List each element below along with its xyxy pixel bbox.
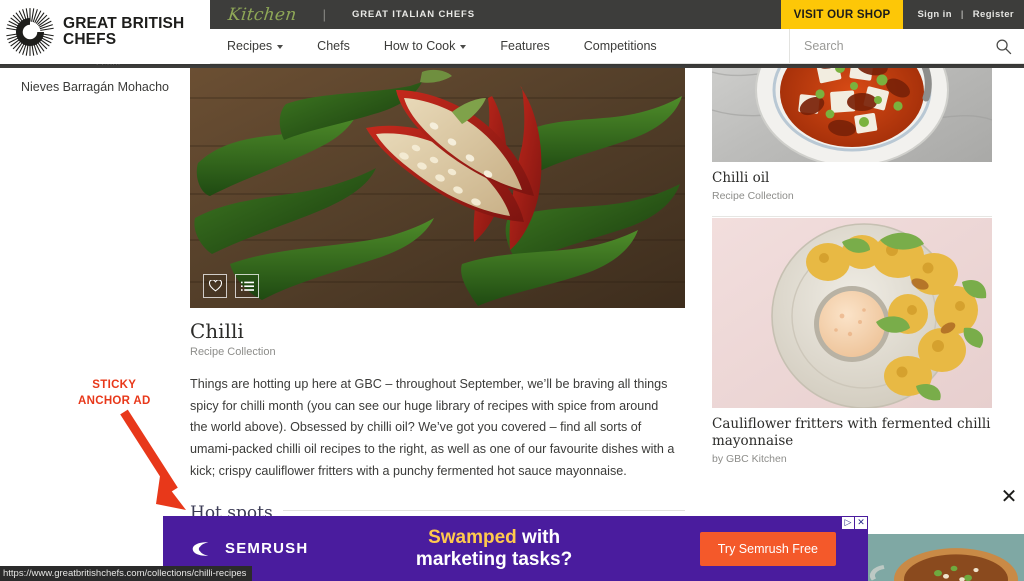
status-bar-url: https://www.greatbritishchefs.com/collec… bbox=[0, 566, 253, 581]
ad-headline-line1: Swamped with bbox=[288, 527, 699, 548]
search-input[interactable] bbox=[804, 39, 995, 53]
sidebar-card-cauliflower-fritters[interactable]: Cauliflower fritters with fermented chil… bbox=[712, 218, 992, 465]
add-to-list-button[interactable] bbox=[235, 274, 259, 298]
next-card-image-peek bbox=[868, 534, 1024, 581]
nav-items: Recipes Chefs How to Cook Features Compe… bbox=[210, 29, 674, 64]
sign-in-link[interactable]: Sign in bbox=[917, 9, 951, 20]
auth-links: Sign in | Register bbox=[903, 9, 1024, 20]
search-icon[interactable] bbox=[995, 38, 1012, 55]
nav-item-label: Competitions bbox=[583, 39, 657, 53]
ad-cta-button[interactable]: Try Semrush Free bbox=[699, 531, 836, 566]
site-logo[interactable]: GREAT BRITISH CHEFS bbox=[0, 0, 210, 64]
sticky-anchor-ad[interactable]: SEMRUSH Swamped with marketing tasks? Tr… bbox=[163, 516, 868, 581]
adchoices-controls: ▷ ✕ bbox=[842, 517, 867, 529]
hero-illustration bbox=[190, 68, 685, 308]
article-body: Things are hotting up here at GBC – thro… bbox=[190, 377, 675, 478]
utility-topbar: Kitchen | GREAT ITALIAN CHEFS VISIT OUR … bbox=[210, 0, 1024, 29]
nav-item-chefs[interactable]: Chefs bbox=[300, 29, 367, 64]
topbar-right-group: VISIT OUR SHOP Sign in | Register bbox=[780, 0, 1024, 29]
article-hero-image[interactable] bbox=[190, 68, 685, 308]
nav-item-recipes[interactable]: Recipes bbox=[210, 29, 300, 64]
sidebar-card-title[interactable]: Chilli oil bbox=[712, 170, 992, 187]
sidebar-card-title[interactable]: Cauliflower fritters with fermented chil… bbox=[712, 416, 992, 450]
topbar-divider: | bbox=[322, 7, 326, 22]
ad-close-small-icon[interactable]: ✕ bbox=[855, 517, 867, 529]
article-column: Chilli Recipe Collection Things are hott… bbox=[190, 68, 685, 539]
ad-headline-rest: with bbox=[516, 527, 561, 549]
nav-item-how-to-cook[interactable]: How to Cook bbox=[367, 29, 484, 64]
article-subtitle: Recipe Collection bbox=[190, 346, 276, 358]
gbc-kitchen-link[interactable]: Kitchen bbox=[227, 5, 302, 25]
browser-viewport: Lentil Nieves Barragán Mohacho bbox=[0, 0, 1024, 581]
sticky-anchor-ad-annotation: STICKY ANCHOR AD bbox=[78, 378, 186, 510]
adchoices-icon[interactable]: ▷ bbox=[842, 517, 854, 529]
sidebar-card-image bbox=[712, 218, 992, 408]
pan-dish-illustration bbox=[868, 534, 1024, 581]
favourite-button[interactable] bbox=[203, 274, 227, 298]
sidebar-card-subtitle: by GBC Kitchen bbox=[712, 452, 787, 465]
list-icon bbox=[240, 281, 254, 291]
annotation-label: STICKY ANCHOR AD bbox=[78, 379, 151, 407]
hero-action-buttons bbox=[203, 274, 259, 298]
nav-item-label: Chefs bbox=[317, 39, 350, 53]
sidebar-card-chilli-oil[interactable]: Chilli oil Recipe Collection bbox=[712, 64, 992, 217]
register-link[interactable]: Register bbox=[973, 9, 1014, 20]
nav-item-label: Features bbox=[500, 39, 550, 53]
ad-dismiss-button[interactable]: ✕ bbox=[997, 484, 1021, 508]
sister-site-links: Kitchen | GREAT ITALIAN CHEFS bbox=[227, 5, 475, 25]
ad-content: SEMRUSH Swamped with marketing tasks? Tr… bbox=[163, 516, 868, 581]
sidebar-divider bbox=[712, 215, 992, 217]
nav-item-label: How to Cook bbox=[383, 39, 456, 53]
heart-icon bbox=[208, 280, 222, 292]
nav-item-features[interactable]: Features bbox=[483, 29, 566, 64]
chevron-down-icon bbox=[460, 45, 467, 49]
chevron-down-icon bbox=[277, 45, 284, 49]
site-logo-text: GREAT BRITISH CHEFS bbox=[63, 14, 185, 48]
left-rail: Nieves Barragán Mohacho bbox=[0, 80, 190, 94]
visit-our-shop-button[interactable]: VISIT OUR SHOP bbox=[780, 0, 904, 29]
chilli-oil-illustration bbox=[712, 64, 992, 162]
down-right-arrow-icon bbox=[120, 409, 186, 510]
search-box[interactable] bbox=[789, 28, 1024, 64]
ad-headline: Swamped with marketing tasks? bbox=[288, 527, 699, 570]
sunburst-logo-icon bbox=[6, 8, 54, 56]
cauliflower-fritters-illustration bbox=[712, 218, 992, 408]
article-title: Chilli bbox=[190, 319, 244, 343]
nav-item-label: Recipes bbox=[227, 39, 273, 53]
chef-name-link[interactable]: Nieves Barragán Mohacho bbox=[0, 80, 190, 94]
sidebar-card-image bbox=[712, 64, 992, 162]
sidebar-card-subtitle: Recipe Collection bbox=[712, 189, 794, 202]
auth-separator: | bbox=[960, 9, 964, 20]
great-italian-chefs-link[interactable]: GREAT ITALIAN CHEFS bbox=[352, 9, 475, 20]
nav-item-competitions[interactable]: Competitions bbox=[567, 29, 674, 64]
ad-headline-line2: marketing tasks? bbox=[415, 548, 573, 570]
ad-headline-highlight: Swamped bbox=[428, 527, 517, 549]
semrush-logo-icon bbox=[192, 541, 209, 556]
main-navigation: Recipes Chefs How to Cook Features Compe… bbox=[210, 28, 1024, 64]
